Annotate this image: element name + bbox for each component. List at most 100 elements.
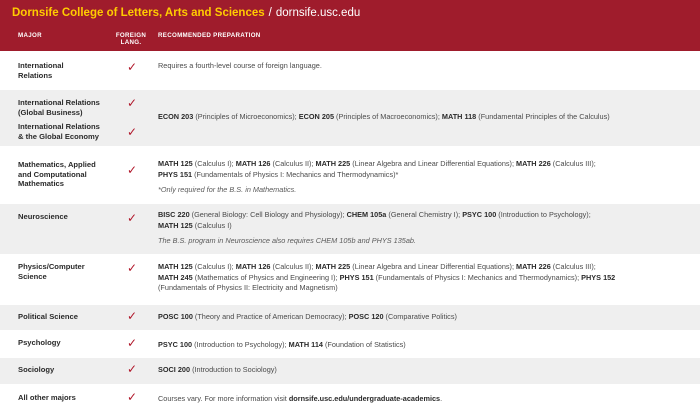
course-code: MATH 126	[235, 159, 271, 168]
table-row: Sociology ✓ SOCI 200 (Introduction to So…	[0, 358, 700, 384]
course-title: (Calculus I);	[192, 159, 236, 168]
preparation-text: MATH 125 (Calculus I); MATH 126 (Calculu…	[158, 159, 688, 196]
major-line: & the Global Economy	[18, 131, 100, 141]
table-row: International Relations ✓ Requires a fou…	[0, 51, 700, 87]
major-line: International Relations	[18, 98, 100, 107]
course-title: (Calculus I);	[192, 262, 236, 271]
table-row: Neuroscience ✓ BISC 220 (General Biology…	[0, 204, 700, 254]
major-line: Science	[18, 271, 47, 281]
course-code: MATH 114	[288, 340, 323, 349]
major-line: Physics/Computer	[18, 262, 85, 271]
footnote: The B.S. program in Neuroscience also re…	[158, 236, 416, 245]
course-title: (Mathematics of Physics and Engineering …	[192, 272, 340, 282]
course-code: MATH 125	[158, 220, 193, 230]
check-icon: ✓	[127, 362, 138, 376]
academics-link[interactable]: dornsife.usc.edu/undergraduate-academics	[289, 394, 440, 403]
header-major: MAJOR	[18, 32, 42, 39]
header-foreign-lang: FOREIGN LANG.	[114, 32, 148, 46]
major-name: International Relations & the Global Eco…	[18, 122, 114, 141]
major-name: Mathematics, Applied and Computational M…	[18, 160, 114, 189]
course-title: (Principles of Macroeconomics);	[334, 112, 442, 121]
check-icon: ✓	[127, 125, 138, 139]
header-lang-line2: LANG.	[120, 39, 142, 46]
table-header: MAJOR FOREIGN LANG. RECOMMENDED PREPARAT…	[0, 26, 700, 51]
course-code: MATH 226	[516, 262, 551, 271]
course-title: (Fundamentals of Physics II: Electricity…	[158, 283, 338, 292]
course-code: POSC 100	[158, 312, 193, 321]
preparation-text: POSC 100 (Theory and Practice of America…	[158, 312, 688, 323]
major-line: International	[18, 61, 64, 70]
major-line: and Computational	[18, 169, 87, 179]
major-name: Sociology	[18, 365, 114, 375]
major-line: Mathematics, Applied	[18, 160, 96, 169]
course-title: (Linear Algebra and Linear Differential …	[350, 159, 517, 168]
course-title: (Fundamental Principles of the Calculus)	[476, 112, 610, 121]
course-code: ECON 205	[298, 112, 335, 121]
preparation-text: Requires a fourth-level course of foreig…	[158, 61, 322, 70]
preparation-text: ECON 203 (Principles of Microeconomics);…	[158, 112, 688, 123]
course-title: (Introduction to Psychology);	[192, 340, 289, 349]
header-preparation: RECOMMENDED PREPARATION	[158, 32, 261, 39]
major-line: All other majors	[18, 393, 76, 402]
major-name: International Relations (Global Business…	[18, 98, 114, 117]
course-title: (Introduction to Sociology)	[190, 365, 277, 374]
course-title: Courses vary. For more information visit	[158, 394, 289, 403]
banner-separator: /	[268, 7, 272, 19]
preparation-text: MATH 125 (Calculus I); MATH 126 (Calculu…	[158, 262, 688, 294]
course-code: PSYC 100	[462, 210, 497, 219]
check-icon: ✓	[127, 390, 138, 404]
course-code: MATH 245	[158, 272, 193, 282]
major-line: International Relations	[18, 122, 100, 131]
table-row: All other majors ✓ Courses vary. For mor…	[0, 386, 700, 412]
course-code: MATH 225	[315, 262, 351, 271]
major-line: Neuroscience	[18, 212, 68, 221]
course-title: (Calculus III);	[550, 262, 596, 271]
course-code: BISC 220	[158, 210, 190, 219]
major-name: Physics/Computer Science	[18, 262, 114, 281]
major-name: Political Science	[18, 312, 114, 322]
table-row: Physics/Computer Science ✓ MATH 125 (Cal…	[0, 257, 700, 302]
college-banner: Dornsife College of Letters, Arts and Sc…	[0, 0, 700, 26]
course-code: MATH 125	[158, 159, 193, 168]
course-title: (Linear Algebra and Linear Differential …	[350, 262, 517, 271]
check-icon: ✓	[127, 309, 138, 323]
check-icon: ✓	[127, 211, 138, 225]
course-title: (Calculus I)	[192, 220, 232, 230]
preparation-text: Courses vary. For more information visit…	[158, 394, 688, 405]
major-line: Political Science	[18, 312, 78, 321]
preparation-text: BISC 220 (General Biology: Cell Biology …	[158, 210, 688, 247]
header-lang-line1: FOREIGN	[115, 32, 147, 39]
course-code: MATH 118	[441, 112, 477, 121]
footnote: *Only required for the B.S. in Mathemati…	[158, 185, 297, 194]
major-line: (Global Business)	[18, 107, 83, 117]
course-title: (Calculus III);	[550, 159, 596, 168]
table-row: Psychology ✓ PSYC 100 (Introduction to P…	[0, 332, 700, 357]
college-url: dornsife.usc.edu	[275, 7, 361, 19]
major-name: Neuroscience	[18, 212, 114, 222]
college-name: Dornsife College of Letters, Arts and Sc…	[12, 7, 265, 19]
course-title: (Foundation of Statistics)	[322, 340, 406, 349]
preparation-text: SOCI 200 (Introduction to Sociology)	[158, 365, 688, 376]
check-icon: ✓	[127, 96, 138, 110]
course-title: (Calculus II);	[270, 262, 316, 271]
course-code: PHYS 151	[339, 272, 374, 282]
major-line: Mathematics	[18, 179, 65, 189]
course-code: MATH 125	[158, 262, 193, 271]
check-icon: ✓	[127, 261, 138, 275]
preparation-text: PSYC 100 (Introduction to Psychology); M…	[158, 340, 688, 351]
course-code: ECON 203	[158, 112, 194, 121]
check-icon: ✓	[127, 60, 138, 74]
course-code: SOCI 200	[158, 365, 191, 374]
course-title: (Calculus II);	[270, 159, 316, 168]
course-code: PHYS 151	[158, 169, 193, 179]
table-row: International Relations (Global Business…	[0, 90, 700, 146]
course-code: MATH 226	[516, 159, 551, 168]
check-icon: ✓	[127, 336, 138, 350]
course-title: (Fundamentals of Physics I: Mechanics an…	[373, 272, 582, 282]
check-icon: ✓	[127, 163, 138, 177]
table-row: Political Science ✓ POSC 100 (Theory and…	[0, 305, 700, 330]
major-name: All other majors	[18, 393, 114, 403]
major-name: Psychology	[18, 338, 114, 348]
course-code: PSYC 100	[158, 340, 193, 349]
course-title: .	[440, 394, 443, 403]
